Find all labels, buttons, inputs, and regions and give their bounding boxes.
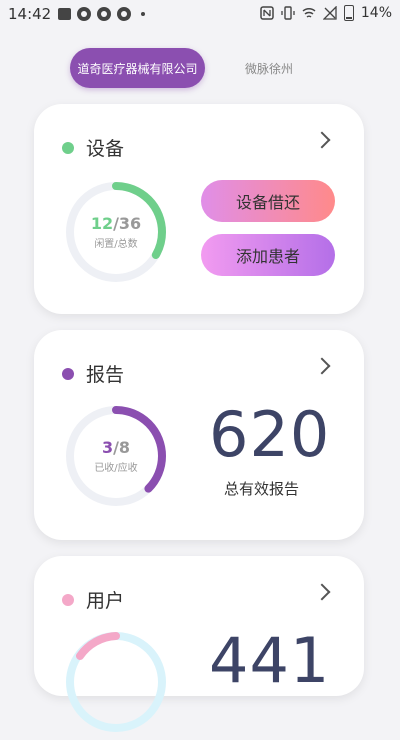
device-ratio: 12/36 xyxy=(90,214,142,233)
battery-icon xyxy=(343,5,354,21)
chevron-right-icon[interactable] xyxy=(313,357,331,375)
status-bar: 14:42 14% xyxy=(0,0,400,30)
report-dot-icon xyxy=(62,367,74,380)
q-app-icon xyxy=(77,7,91,21)
report-card-header: 报告 xyxy=(62,360,124,387)
device-idle-count: 12 xyxy=(90,214,114,233)
report-ring-chart: 3/8 已收/应收 xyxy=(62,402,170,510)
report-card-title: 报告 xyxy=(86,364,125,386)
device-borrow-button[interactable]: 设备借还 xyxy=(201,180,335,222)
org-tabs: 道奇医疗器械有限公司 微脉徐州 xyxy=(70,48,293,88)
user-card-title: 用户 xyxy=(86,590,125,612)
wifi-icon xyxy=(302,7,316,18)
system-icons: 14% xyxy=(260,5,392,21)
report-card[interactable]: 报告 3/8 已收/应收 620 总有效报告 xyxy=(34,330,364,540)
report-ratio: 3/8 xyxy=(101,438,131,457)
no-signal-icon xyxy=(322,6,337,20)
status-time: 14:42 xyxy=(8,5,52,23)
chevron-right-icon[interactable] xyxy=(313,131,331,149)
report-due-count: 8 xyxy=(118,438,131,457)
vibrate-icon xyxy=(281,6,295,20)
image-icon xyxy=(58,8,71,20)
total-users-number: 441 xyxy=(209,624,331,697)
user-card[interactable]: 用户 441 xyxy=(34,556,364,732)
device-card-header: 设备 xyxy=(62,134,124,161)
nfc-icon xyxy=(260,6,274,20)
device-ring-caption: 闲置/总数 xyxy=(94,239,138,250)
device-total-count: 36 xyxy=(118,214,142,233)
device-card-title: 设备 xyxy=(86,138,125,160)
user-card-header: 用户 xyxy=(62,586,124,613)
device-card[interactable]: 设备 12/36 闲置/总数 设备借还 添加患者 xyxy=(34,104,364,314)
tab-daoqi[interactable]: 道奇医疗器械有限公司 xyxy=(70,48,205,88)
device-ring-chart: 12/36 闲置/总数 xyxy=(62,178,170,286)
notification-icons xyxy=(58,7,145,21)
chevron-right-icon[interactable] xyxy=(313,583,331,601)
battery-percent: 14% xyxy=(360,5,392,21)
report-received-count: 3 xyxy=(101,438,114,457)
q-app-icon xyxy=(97,7,111,21)
report-ring-caption: 已收/应收 xyxy=(94,463,138,474)
user-ring-chart xyxy=(62,628,170,736)
total-reports-caption: 总有效报告 xyxy=(224,480,300,498)
total-reports-number: 620 xyxy=(209,398,331,471)
add-patient-button[interactable]: 添加患者 xyxy=(201,234,335,276)
user-dot-icon xyxy=(62,593,74,606)
device-dot-icon xyxy=(62,141,74,154)
dot-icon xyxy=(141,12,145,16)
q-app-icon xyxy=(117,7,131,21)
tab-weimai-xuzhou[interactable]: 微脉徐州 xyxy=(245,60,293,77)
